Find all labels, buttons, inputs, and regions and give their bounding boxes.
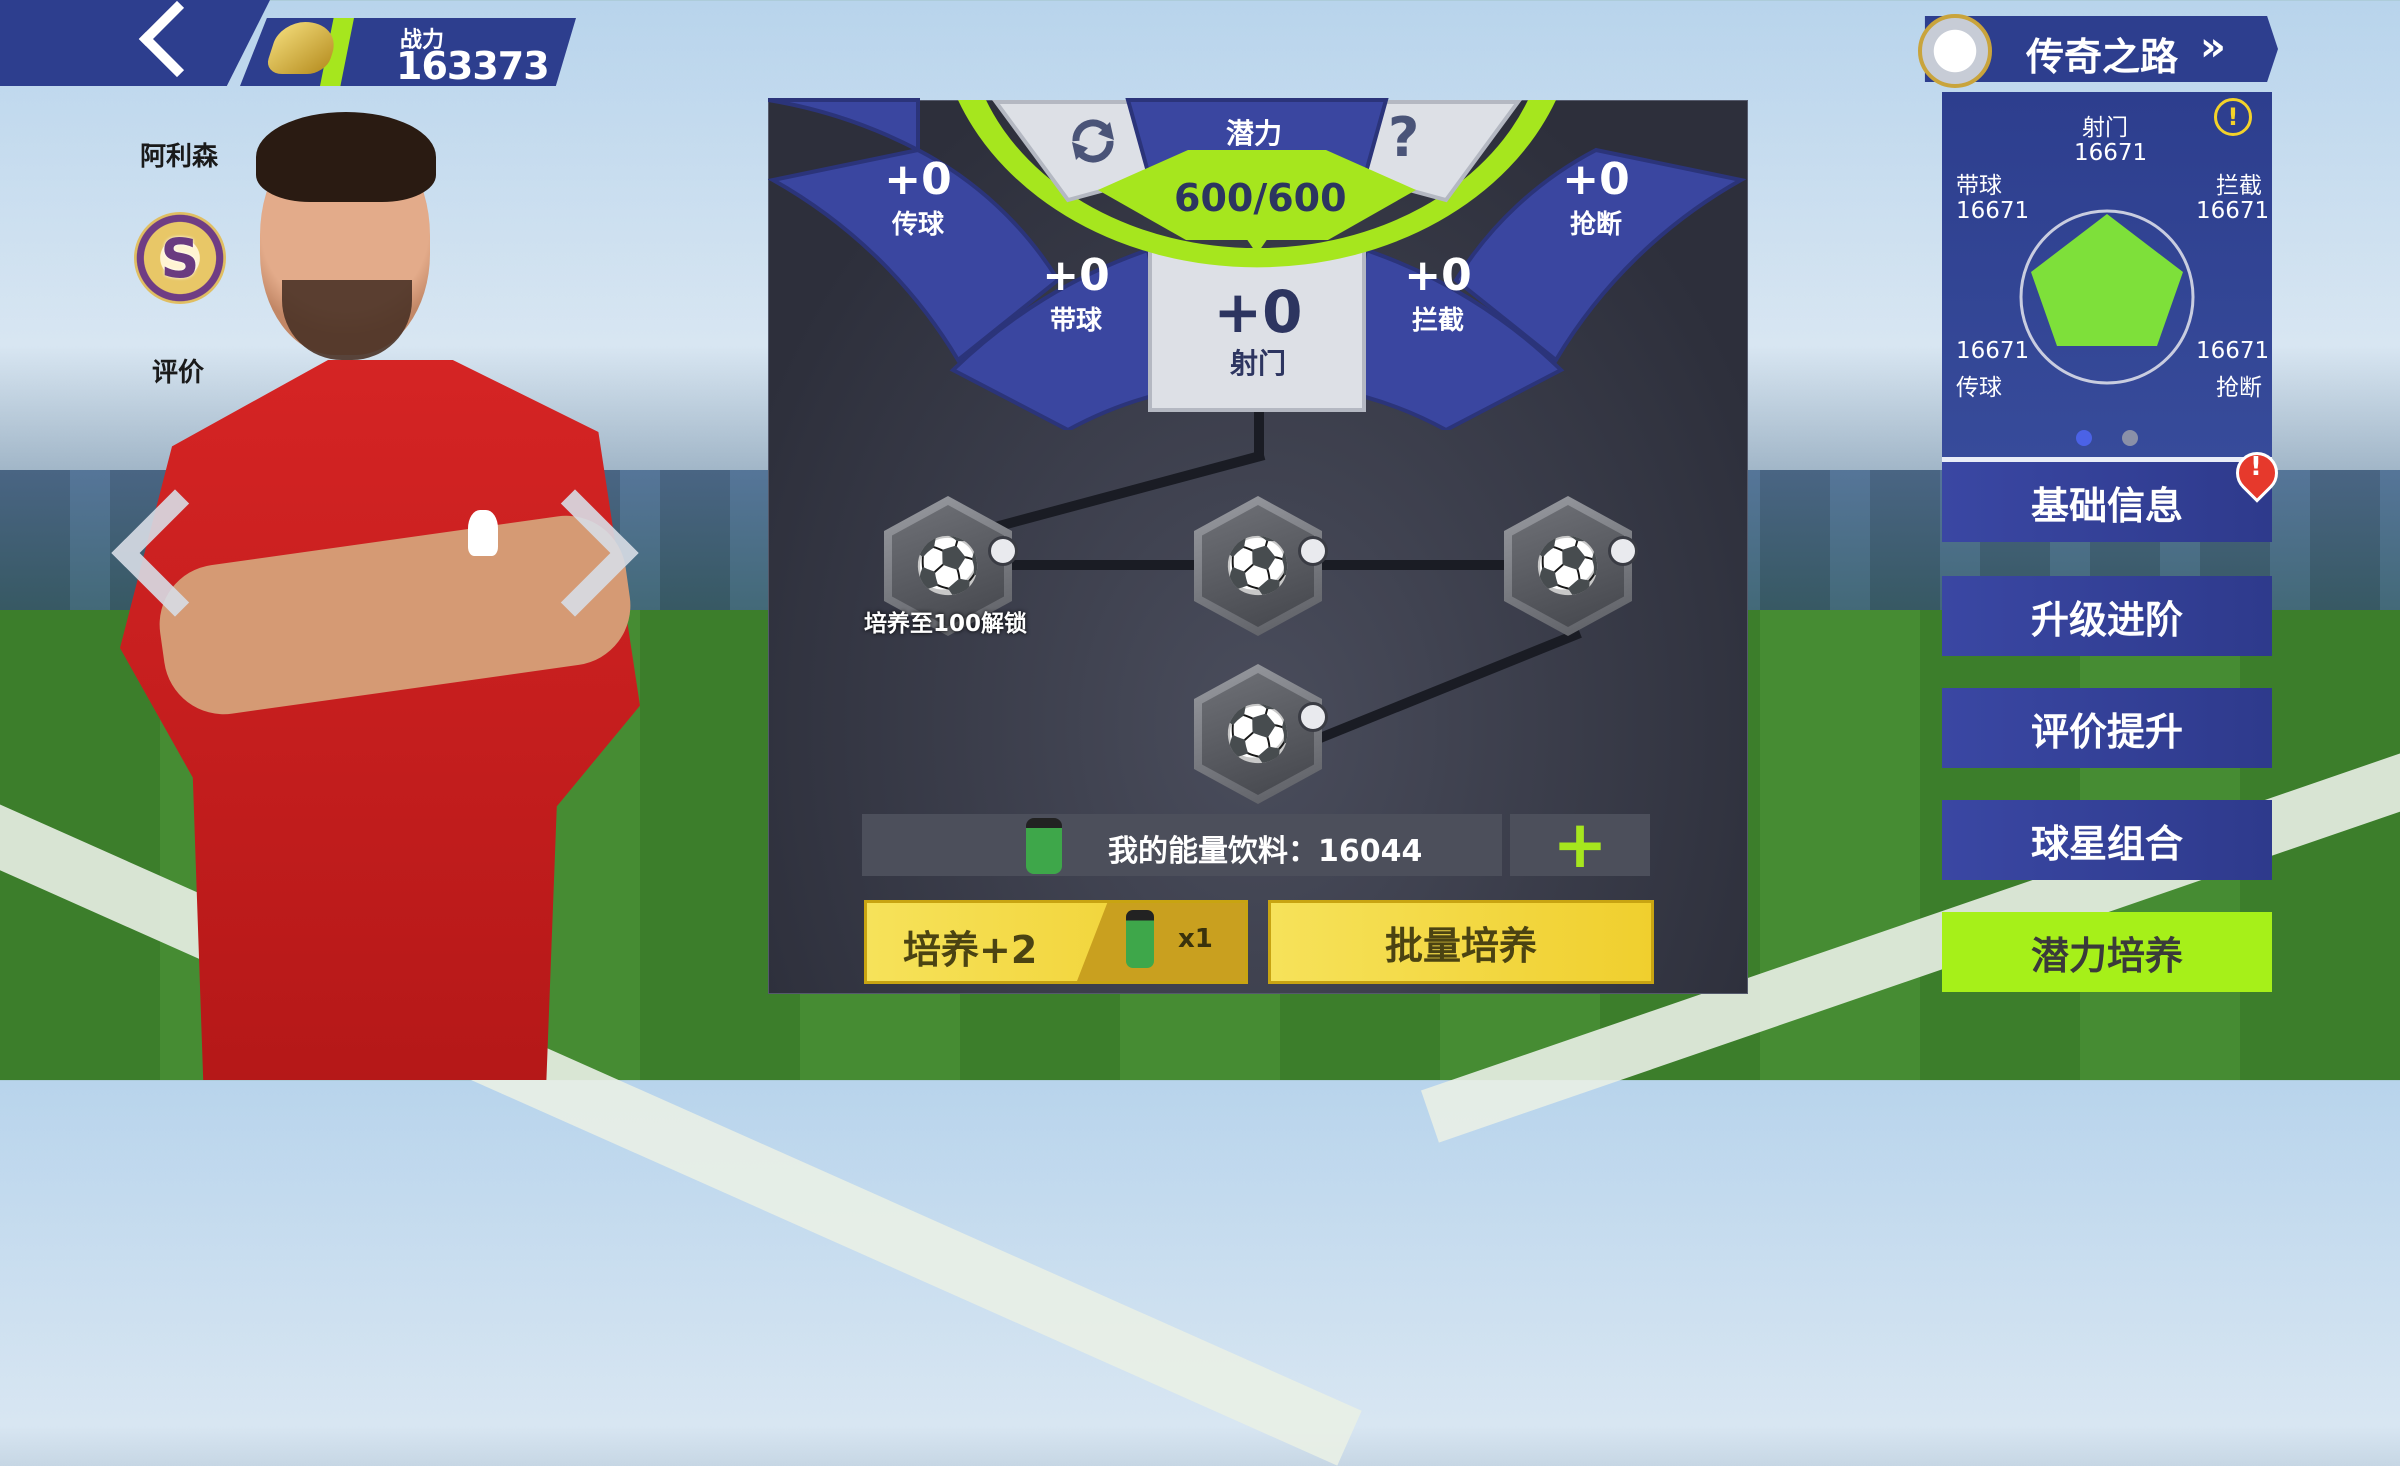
energy-drink-count: 我的能量饮料：16044	[1108, 834, 1423, 869]
potential-value: 600/600	[1174, 176, 1347, 220]
plus-icon: +	[1552, 806, 1608, 883]
club-crest-icon	[468, 510, 498, 556]
lock-icon	[1298, 536, 1328, 566]
legend-road-title: 传奇之路	[2026, 35, 2179, 79]
radar-label-pass: 传球	[1956, 375, 2002, 401]
potential-title: 潜力	[1226, 117, 1283, 150]
stat-gain-dribble: +0 带球	[1042, 250, 1110, 337]
player-name: 阿利森	[140, 142, 219, 172]
radar-label-dribble: 带球	[1956, 173, 2002, 199]
menu-basic-info-button[interactable]: 基础信息	[1942, 462, 2272, 542]
info-icon[interactable]: !	[2214, 98, 2252, 136]
stat-gain-intercept: +0 拦截	[1404, 250, 1472, 337]
menu-star-combo-button[interactable]: 球星组合	[1942, 800, 2272, 880]
stat-gain-tackle: +0 抢断	[1562, 154, 1630, 241]
page-dot-active[interactable]	[2076, 430, 2092, 446]
player-hair	[256, 112, 436, 202]
energy-drink-icon	[1026, 818, 1062, 874]
attribute-radar-chart	[2019, 209, 2195, 385]
radar-value-tackle: 16671	[2196, 338, 2270, 364]
radar-label-shoot: 射门	[2082, 115, 2128, 141]
rating-badge[interactable]: S	[134, 212, 226, 304]
menu-upgrade-button[interactable]: 升级进阶	[1942, 576, 2272, 656]
lock-icon	[1608, 536, 1638, 566]
player-silhouette-icon: ⚽	[1202, 673, 1314, 795]
train-cost-area	[1077, 903, 1245, 981]
help-icon[interactable]: ?	[1388, 106, 1419, 169]
player-silhouette-icon: ⚽	[1512, 505, 1624, 627]
menu-potential-training-button[interactable]: 潜力培养	[1942, 912, 2272, 992]
radar-label-intercept: 拦截	[2216, 173, 2262, 199]
radar-label-tackle: 抢断	[2216, 375, 2262, 401]
add-energy-button[interactable]: +	[1510, 806, 1650, 883]
player-beard	[282, 280, 412, 360]
power-value: 163373	[396, 44, 550, 88]
menu-rating-up-button[interactable]: 评价提升	[1942, 688, 2272, 768]
unlock-hint: 培养至100解锁	[864, 611, 1028, 637]
radar-value-shoot: 16671	[2074, 140, 2148, 166]
train-button-label: 培养+2	[903, 928, 1038, 972]
stat-gain-pass: +0 传球	[884, 154, 952, 241]
football-trophy-icon	[1918, 14, 1992, 88]
lock-icon	[1298, 702, 1328, 732]
alert-mark: !	[2250, 452, 2262, 482]
rating-grade: S	[160, 226, 200, 290]
radar-value-intercept: 16671	[2196, 198, 2270, 224]
rating-label: 评价	[152, 358, 205, 388]
batch-train-button[interactable]: 批量培养	[1268, 900, 1654, 984]
player-silhouette-icon: ⚽	[1202, 505, 1314, 627]
energy-drink-icon	[1126, 910, 1154, 968]
train-cost-count: x1	[1178, 924, 1213, 954]
page-dot[interactable]	[2122, 430, 2138, 446]
reset-icon[interactable]	[1066, 114, 1120, 168]
lock-icon	[988, 536, 1018, 566]
wheel-segment-outer-left	[768, 98, 920, 154]
back-button[interactable]	[0, 0, 270, 86]
double-chevron-icon: »	[2200, 24, 2226, 70]
stat-gain-shoot: +0 射门	[1213, 278, 1303, 380]
